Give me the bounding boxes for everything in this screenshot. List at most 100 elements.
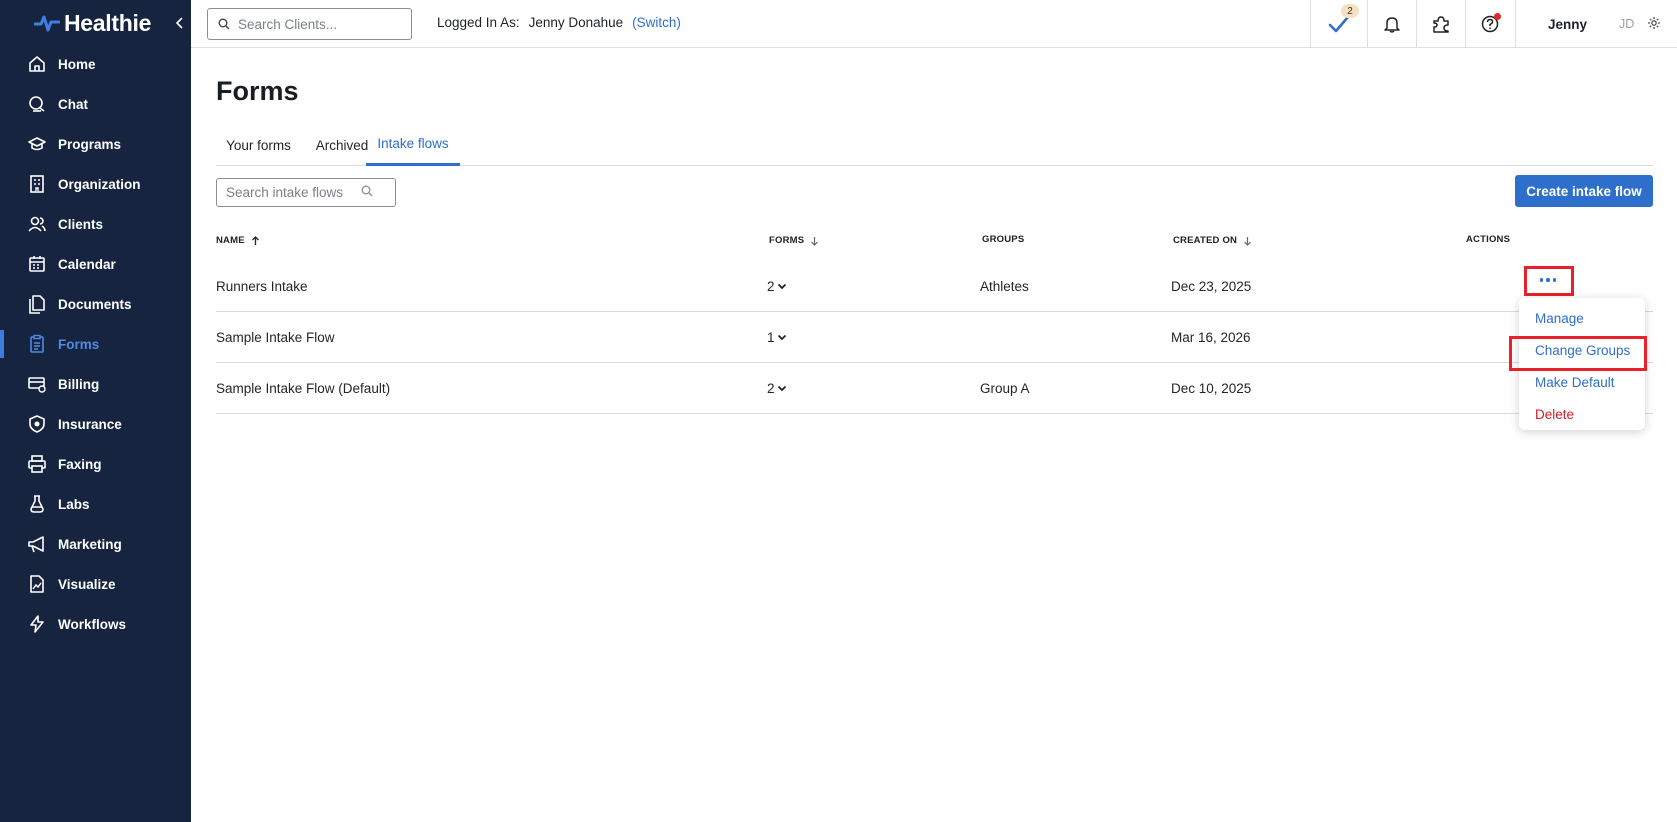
sidebar-item-label: Organization [58, 176, 141, 192]
tasks-count-badge: 2 [1341, 4, 1359, 18]
column-header-created-on[interactable]: CREATED ON [1173, 235, 1252, 246]
notifications-button[interactable] [1367, 0, 1416, 48]
column-header-label: ACTIONS [1466, 234, 1511, 245]
menu-item-delete[interactable]: Delete [1535, 407, 1574, 422]
chevron-down-icon [777, 334, 786, 341]
documents-icon [27, 294, 47, 314]
sidebar-item-label: Documents [58, 296, 132, 312]
sidebar-item-faxing[interactable]: Faxing [0, 444, 191, 484]
sidebar-item-label: Insurance [58, 416, 122, 432]
menu-item-manage[interactable]: Manage [1535, 311, 1584, 326]
column-header-name[interactable]: NAME [216, 235, 260, 246]
brand-name: Healthie [64, 9, 152, 36]
intake-flow-search-input[interactable] [226, 185, 361, 200]
row-name[interactable]: Sample Intake Flow (Default) [216, 363, 390, 414]
row-groups: Group A [980, 381, 1030, 396]
logged-in-user: Jenny Donahue [528, 15, 624, 30]
sidebar-item-label: Billing [58, 376, 100, 392]
avatar[interactable]: JD [1619, 17, 1634, 31]
sidebar-item-label: Programs [58, 136, 122, 152]
client-search-input[interactable] [238, 16, 398, 32]
row-forms-dropdown[interactable]: 2 [767, 363, 787, 414]
sidebar-item-marketing[interactable]: Marketing [0, 524, 191, 564]
chart-file-icon [27, 574, 47, 594]
sidebar-item-label: Visualize [58, 576, 116, 592]
sort-ascending-icon [251, 235, 259, 245]
sidebar-item-label: Chat [58, 96, 88, 112]
sidebar-item-documents[interactable]: Documents [0, 284, 191, 324]
sidebar-item-organization[interactable]: Organization [0, 164, 191, 204]
row-name[interactable]: Sample Intake Flow [216, 312, 335, 363]
sidebar-item-label: Forms [58, 336, 100, 352]
create-intake-flow-button[interactable]: Create intake flow [1515, 175, 1653, 207]
gear-icon[interactable] [1647, 16, 1661, 30]
row-created-on: Mar 16, 2026 [1171, 330, 1251, 345]
tab-intake-flows[interactable]: Intake flows [366, 124, 460, 166]
sidebar-item-labs[interactable]: Labs [0, 484, 191, 524]
sidebar-item-workflows[interactable]: Workflows [0, 604, 191, 644]
sidebar-item-label: Clients [58, 216, 104, 232]
menu-item-change-groups[interactable]: Change Groups [1535, 343, 1630, 358]
table-row: Sample Intake Flow (Default) 2 Group A D… [216, 363, 1653, 414]
tab-your-forms[interactable]: Your forms [216, 124, 301, 166]
clipboard-icon [27, 334, 47, 354]
user-name: Jenny [1548, 16, 1588, 32]
row-forms-dropdown[interactable]: 1 [767, 312, 787, 363]
sidebar-item-label: Home [58, 56, 96, 72]
integrations-button[interactable] [1416, 0, 1465, 48]
printer-icon [27, 454, 47, 474]
row-forms-count: 1 [767, 330, 775, 345]
client-search-box[interactable] [207, 8, 412, 40]
actions-menu: Manage Change Groups Make Default Delete [1519, 298, 1645, 430]
logged-in-label: Logged In As: [437, 15, 520, 30]
menu-item-make-default[interactable]: Make Default [1535, 375, 1615, 390]
shield-icon [27, 414, 47, 434]
healthie-logo[interactable]: Healthie [34, 9, 151, 37]
row-forms-dropdown[interactable]: 2 [767, 261, 787, 312]
help-button[interactable] [1465, 0, 1514, 48]
logged-in-info: Logged In As: Jenny Donahue (Switch) [437, 15, 681, 30]
sidebar-item-insurance[interactable]: Insurance [0, 404, 191, 444]
row-forms-count: 2 [767, 279, 775, 294]
chevron-left-icon [176, 17, 183, 29]
graduation-cap-icon [27, 134, 47, 154]
sidebar-item-visualize[interactable]: Visualize [0, 564, 191, 604]
dot [1546, 278, 1550, 282]
dot [1552, 278, 1557, 282]
sidebar-item-label: Marketing [58, 536, 122, 552]
sidebar-item-calendar[interactable]: Calendar [0, 244, 191, 284]
building-icon [27, 174, 47, 194]
row-actions-button[interactable] [1527, 268, 1569, 292]
sidebar-item-chat[interactable]: Chat [0, 84, 191, 124]
sidebar-item-label: Workflows [58, 616, 127, 632]
page-title: Forms [216, 76, 299, 106]
user-menu[interactable]: Jenny JD [1515, 0, 1677, 48]
sidebar-nav: Home Chat Programs Organization Clients … [0, 44, 191, 644]
megaphone-icon [27, 534, 47, 554]
row-name[interactable]: Runners Intake [216, 261, 308, 312]
billing-icon [27, 374, 47, 394]
chevron-down-icon [777, 283, 786, 290]
column-header-actions: ACTIONS [1466, 234, 1510, 245]
sidebar-item-home[interactable]: Home [0, 44, 191, 84]
sidebar-item-clients[interactable]: Clients [0, 204, 191, 244]
table-row: Runners Intake 2 Athletes Dec 23, 2025 [216, 261, 1653, 312]
switch-user-link[interactable]: (Switch) [632, 15, 681, 30]
forms-tabs: Your forms Archived Intake flows [216, 124, 1653, 166]
column-header-forms[interactable]: FORMS [769, 235, 819, 246]
sidebar-item-billing[interactable]: Billing [0, 364, 191, 404]
sort-descending-icon [1244, 236, 1252, 246]
column-header-groups: GROUPS [982, 234, 1024, 245]
row-forms-count: 2 [767, 381, 775, 396]
main-content: Forms Your forms Archived Intake flows C… [191, 48, 1677, 822]
sidebar-item-label: Labs [58, 496, 90, 512]
calendar-icon [27, 254, 47, 274]
puzzle-icon [1433, 16, 1449, 33]
sidebar-item-forms[interactable]: Forms [0, 324, 191, 364]
collapse-sidebar-button[interactable] [173, 14, 187, 32]
help-alert-dot [1494, 13, 1501, 20]
sidebar-item-programs[interactable]: Programs [0, 124, 191, 164]
users-icon [27, 214, 47, 234]
intake-flow-search-box[interactable] [216, 178, 396, 207]
tasks-button[interactable]: 2 [1310, 0, 1367, 48]
